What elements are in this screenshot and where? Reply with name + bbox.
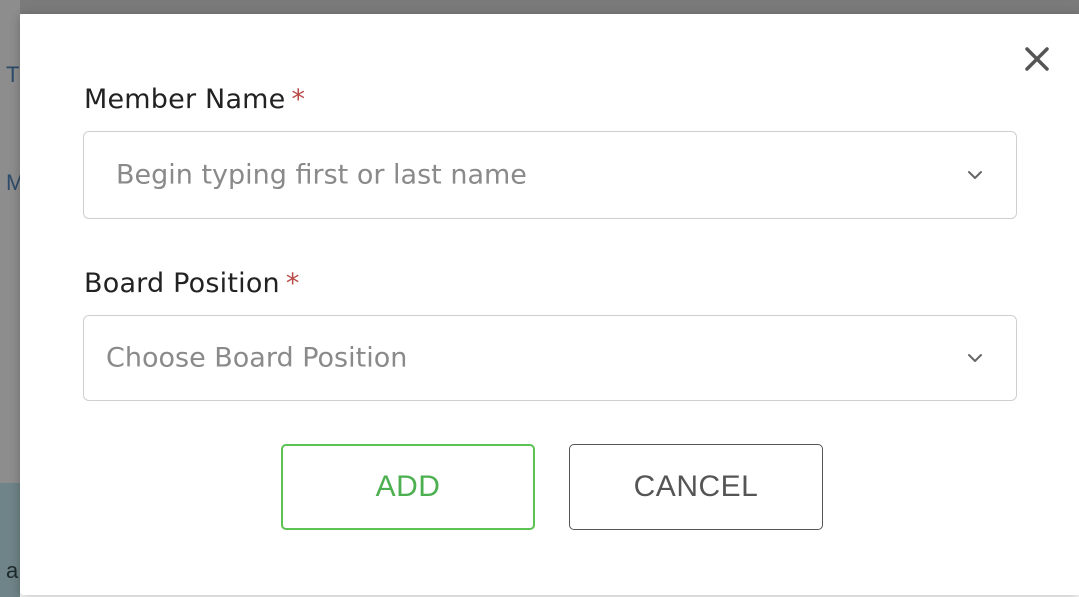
member-name-placeholder: Begin typing first or last name [116,159,527,191]
close-button[interactable] [1022,44,1052,74]
board-position-label-text: Board Position [84,268,280,299]
background-text-fragment: a [6,558,19,583]
member-name-label: Member Name * [84,84,305,115]
board-position-label: Board Position * [84,268,300,299]
overlay-top [0,0,1079,14]
background-text-fragment: M [6,170,20,195]
close-icon [1025,47,1049,71]
chevron-down-icon [966,169,984,181]
board-position-placeholder: Choose Board Position [106,342,408,374]
required-marker: * [285,268,300,299]
add-board-member-modal: Member Name * Begin typing first or last … [20,14,1079,595]
add-button[interactable]: ADD [281,444,535,530]
required-marker: * [291,84,306,115]
member-name-label-text: Member Name [84,84,286,115]
member-name-select[interactable]: Begin typing first or last name [83,131,1017,219]
cancel-button[interactable]: CANCEL [569,444,823,530]
background-text-fragment: T [6,62,20,87]
board-position-select[interactable]: Choose Board Position [83,315,1017,401]
chevron-down-icon [966,352,984,364]
